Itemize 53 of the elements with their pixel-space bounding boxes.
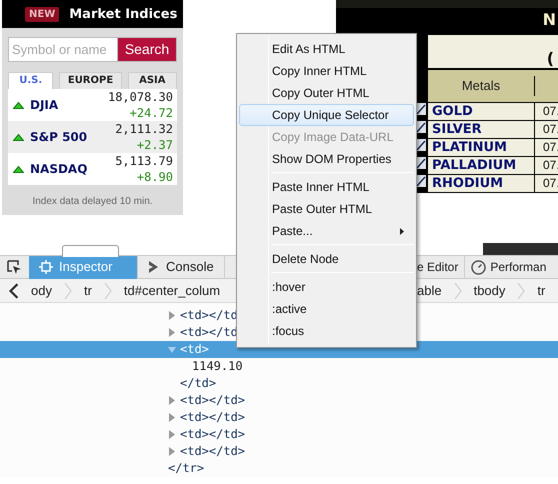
menu-item[interactable]: Paste...: [239, 220, 414, 242]
footnote: Index data delayed 10 min.: [31, 195, 154, 209]
search-button[interactable]: Search: [117, 37, 177, 62]
menu-item[interactable]: Copy Unique Selector: [239, 104, 414, 126]
index-value: 5,113.79: [115, 153, 173, 169]
tag-text: <td></td: [180, 308, 238, 322]
tag-text: <td></td>: [180, 444, 246, 458]
table-cell: RHODIUM: [428, 175, 535, 192]
widget-title: Market Indices: [69, 6, 178, 22]
index-change: +8.90: [136, 169, 173, 185]
region-tab[interactable]: EUROPE: [59, 72, 122, 89]
breadcrumb[interactable]: tr: [525, 280, 558, 300]
heading-text: N: [542, 9, 557, 31]
region-tab[interactable]: ASIA: [128, 72, 177, 89]
breadcrumb[interactable]: able: [416, 280, 454, 300]
menu-item[interactable]: Paste Inner HTML: [239, 176, 414, 198]
table-cell: PALLADIUM: [428, 157, 535, 174]
menu-item[interactable]: :focus: [239, 320, 414, 342]
index-change: +24.72: [130, 105, 173, 121]
menu-item[interactable]: :active: [239, 298, 414, 320]
breadcrumb[interactable]: ody: [29, 280, 64, 300]
new-badge: NEW: [25, 6, 60, 22]
menu-item[interactable]: Paste Outer HTML: [239, 198, 414, 220]
index-change: +2.37: [136, 137, 173, 153]
menu-item[interactable]: :hover: [239, 276, 414, 298]
tag-text: </tr>: [168, 461, 204, 475]
menu-item[interactable]: Copy Outer HTML: [239, 82, 414, 104]
devtools-tab[interactable]: Performan: [465, 256, 546, 278]
index-name: DJIA: [30, 98, 58, 112]
table-cell: SILVER: [428, 121, 535, 138]
menu-item[interactable]: Delete Node: [239, 248, 414, 270]
breadcrumb[interactable]: tr: [72, 280, 104, 300]
table-cell: GOLD: [428, 103, 535, 120]
table-cell: PLATINUM: [428, 139, 535, 156]
tag-text: </td>: [180, 376, 216, 390]
menu-item[interactable]: Copy Inner HTML: [239, 60, 414, 82]
tag-text: <td></td>: [180, 427, 246, 441]
menu-item[interactable]: Show DOM Properties: [239, 148, 414, 170]
region-tab[interactable]: U.S.: [8, 72, 54, 89]
index-name: S&P 500: [30, 130, 88, 144]
tag-text: <td></td>: [180, 393, 246, 407]
tag-text: <td>: [180, 342, 209, 356]
index-value: 18,078.30: [108, 89, 173, 105]
search-field[interactable]: Symbol or name: [8, 37, 117, 62]
tag-text: <td></td>: [180, 410, 246, 424]
tag-text: <td></td: [180, 325, 238, 339]
index-value: 2,111.32: [115, 121, 173, 137]
menu-item[interactable]: Edit As HTML: [239, 38, 414, 60]
breadcrumb[interactable]: td#center_colum: [112, 280, 232, 300]
column-header: Metals: [428, 76, 535, 96]
index-name: NASDAQ: [30, 162, 88, 176]
node-text: 1149.10: [192, 359, 243, 373]
breadcrumb[interactable]: tbody: [462, 280, 518, 300]
